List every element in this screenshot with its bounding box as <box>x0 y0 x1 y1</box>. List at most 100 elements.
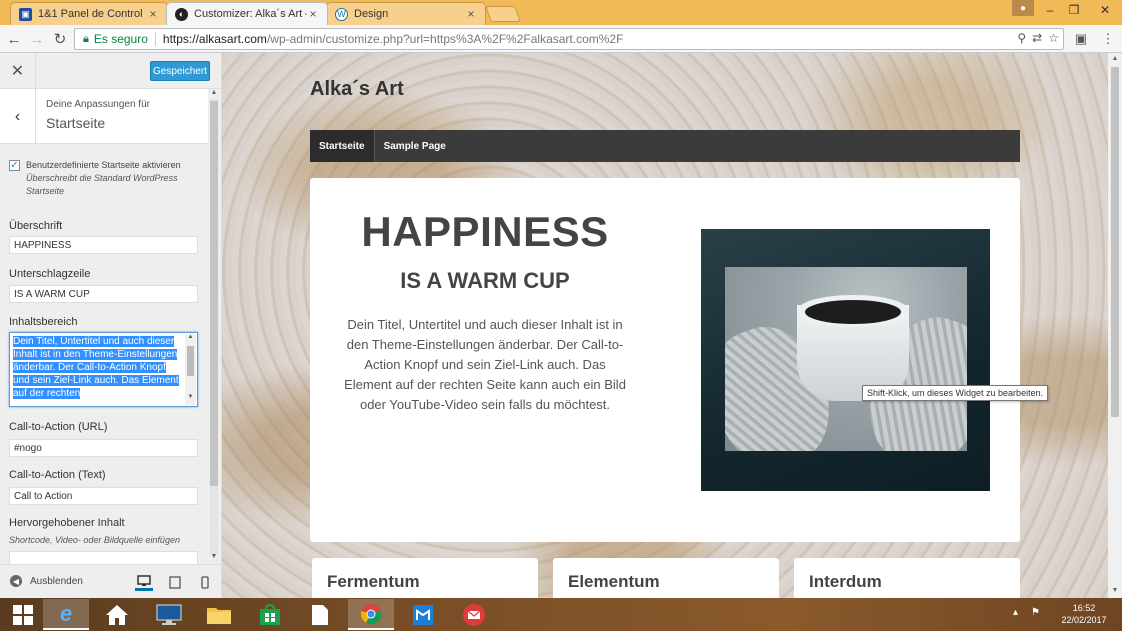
nav-item-sample-page[interactable]: Sample Page <box>375 130 455 162</box>
address-bar[interactable]: 🔒︎ Es seguro https://alkasart.com /wp-ad… <box>74 28 1064 50</box>
close-customizer-icon[interactable]: ✕ <box>0 53 36 89</box>
customizer-sidebar: ✕ Gespeichert ‹ Deine Anpassungen für St… <box>0 53 222 598</box>
cta-url-label: Call-to-Action (URL) <box>9 421 108 433</box>
hero-title: HAPPINESS <box>361 208 609 255</box>
hero-subtitle: IS A WARM CUP <box>400 268 570 293</box>
section-subtitle: Deine Anpassungen für <box>46 99 150 110</box>
lenovo-monitor-icon[interactable] <box>146 599 192 630</box>
scroll-thumb[interactable] <box>1111 67 1119 417</box>
saved-button[interactable]: Gespeichert <box>150 61 210 81</box>
featured-content-hint: Shortcode, Video- oder Bildquelle einfüg… <box>9 535 180 545</box>
collapse-arrow-icon: ◀ <box>10 575 22 587</box>
wordpress-customizer-icon: ◐ <box>175 7 188 21</box>
back-chevron-icon[interactable]: ‹ <box>0 89 36 144</box>
url-host: https://alkasart.com <box>162 32 267 46</box>
scroll-up-icon[interactable]: ▲ <box>1108 55 1122 62</box>
preview-scrollbar[interactable]: ▲ ▼ <box>1108 53 1122 598</box>
content-text-selection: Dein Titel, Untertitel und auch dieser I… <box>13 336 179 399</box>
reload-icon[interactable]: ↻ <box>50 29 70 49</box>
chrome-menu-icon[interactable]: ⋮ <box>1099 29 1117 49</box>
feature-card: Elementum <box>553 558 779 598</box>
panel-icon: ▣ <box>19 7 32 21</box>
card-title: Fermentum <box>327 572 420 591</box>
remote-desktop-icon[interactable] <box>400 599 446 630</box>
tab-design[interactable]: W Design × <box>326 2 486 25</box>
document-icon[interactable] <box>297 599 343 630</box>
windows-start-icon[interactable] <box>0 599 46 630</box>
browser-tab-strip: ▣ 1&1 Panel de Control × ◐ Customizer: A… <box>0 0 1122 25</box>
restore-icon[interactable]: ❐ <box>1062 0 1086 20</box>
custom-homepage-checkbox[interactable]: ✓ <box>9 160 20 171</box>
scroll-down-icon[interactable]: ▼ <box>185 394 196 400</box>
window-close-icon[interactable]: ✕ <box>1090 0 1120 20</box>
customizer-header: ✕ Gespeichert <box>0 53 221 89</box>
collapse-sidebar-button[interactable]: ◀ Ausblenden <box>10 575 83 587</box>
minimize-icon[interactable]: – <box>1038 0 1062 20</box>
desktop-preview-icon[interactable] <box>135 573 153 591</box>
textarea-scrollbar[interactable]: ▲ ▼ <box>185 334 196 405</box>
zoom-icon[interactable]: ⚲ <box>1017 31 1026 45</box>
checkbox-description: Überschreibt die Standard WordPress Star… <box>26 173 178 196</box>
tablet-preview-icon[interactable] <box>166 573 184 591</box>
tab-title: Customizer: Alka´s Art – <box>194 8 307 20</box>
card-title: Interdum <box>809 572 882 591</box>
tab-customizer[interactable]: ◐ Customizer: Alka´s Art – × <box>166 2 328 25</box>
mail-icon[interactable] <box>451 599 497 630</box>
internet-explorer-icon[interactable]: e <box>43 599 89 630</box>
hero-image-widget[interactable] <box>701 229 990 491</box>
close-tab-icon[interactable]: × <box>307 7 319 21</box>
file-explorer-icon[interactable] <box>196 599 242 630</box>
new-tab-button[interactable] <box>485 6 521 22</box>
customizer-footer: ◀ Ausblenden <box>0 564 221 598</box>
forward-icon[interactable]: → <box>27 29 47 49</box>
flag-icon[interactable]: ⚑ <box>1031 607 1040 618</box>
chrome-icon[interactable] <box>348 599 394 630</box>
scroll-thumb[interactable] <box>187 346 194 376</box>
url-path: /wp-admin/customize.php?url=https%3A%2F%… <box>266 32 624 46</box>
featured-content-label: Hervorgehobener Inhalt <box>9 517 125 529</box>
close-tab-icon[interactable]: × <box>147 7 159 21</box>
tab-1und1-panel[interactable]: ▣ 1&1 Panel de Control × <box>10 2 168 25</box>
windows-taskbar: e ▴ ⚑ 16:52 22/02/2017 <box>0 598 1122 631</box>
scroll-down-icon[interactable]: ▼ <box>209 553 219 560</box>
heading-label: Überschrift <box>9 220 63 232</box>
browser-toolbar: ← → ↻ 🔒︎ Es seguro https://alkasart.com … <box>0 25 1122 53</box>
heading-field[interactable] <box>9 236 198 254</box>
translate-icon[interactable]: ⇄ <box>1032 31 1042 45</box>
clock-time: 16:52 <box>1072 603 1096 613</box>
subheading-field[interactable] <box>9 285 198 303</box>
sidebar-scrollbar[interactable]: ▲ ▼ <box>209 89 219 564</box>
content-label: Inhaltsbereich <box>9 316 78 328</box>
taskbar-clock[interactable]: 16:52 22/02/2017 <box>1056 602 1112 626</box>
scroll-up-icon[interactable]: ▲ <box>185 334 196 340</box>
close-tab-icon[interactable]: × <box>465 7 477 21</box>
nav-item-startseite[interactable]: Startseite <box>310 130 375 162</box>
scroll-down-icon[interactable]: ▼ <box>1108 587 1122 594</box>
home-icon[interactable] <box>94 599 140 630</box>
lock-icon: 🔒︎ <box>83 32 89 45</box>
custom-homepage-option: ✓ Benutzerdefinierte Startseite aktivier… <box>9 159 201 198</box>
store-icon[interactable] <box>247 599 293 630</box>
site-navigation: Startseite Sample Page <box>310 130 1020 162</box>
scroll-thumb[interactable] <box>210 101 218 486</box>
site-preview: Alka´s Art Startseite Sample Page HAPPIN… <box>222 53 1108 598</box>
cta-text-label: Call-to-Action (Text) <box>9 469 106 481</box>
hero-section: HAPPINESS IS A WARM CUP Dein Titel, Unte… <box>310 178 1020 542</box>
mobile-preview-icon[interactable] <box>196 573 214 591</box>
user-profile-icon[interactable]: ● <box>1012 0 1034 16</box>
bookmark-star-icon[interactable]: ☆ <box>1048 31 1059 45</box>
collapse-label: Ausblenden <box>30 575 83 587</box>
wordpress-icon: W <box>335 7 348 21</box>
hero-text: Dein Titel, Untertitel und auch dieser I… <box>344 317 626 412</box>
content-textarea[interactable]: Dein Titel, Untertitel und auch dieser I… <box>9 332 198 407</box>
cta-url-field[interactable] <box>9 439 198 457</box>
card-title: Elementum <box>568 572 660 591</box>
feature-card: Interdum <box>794 558 1020 598</box>
scroll-up-icon[interactable]: ▲ <box>209 89 219 96</box>
site-title[interactable]: Alka´s Art <box>310 78 404 101</box>
tray-expand-icon[interactable]: ▴ <box>1013 607 1018 618</box>
featured-content-field[interactable] <box>9 551 198 565</box>
extension-icon[interactable]: ▣ <box>1072 29 1090 49</box>
cta-text-field[interactable] <box>9 487 198 505</box>
back-icon[interactable]: ← <box>4 29 24 49</box>
